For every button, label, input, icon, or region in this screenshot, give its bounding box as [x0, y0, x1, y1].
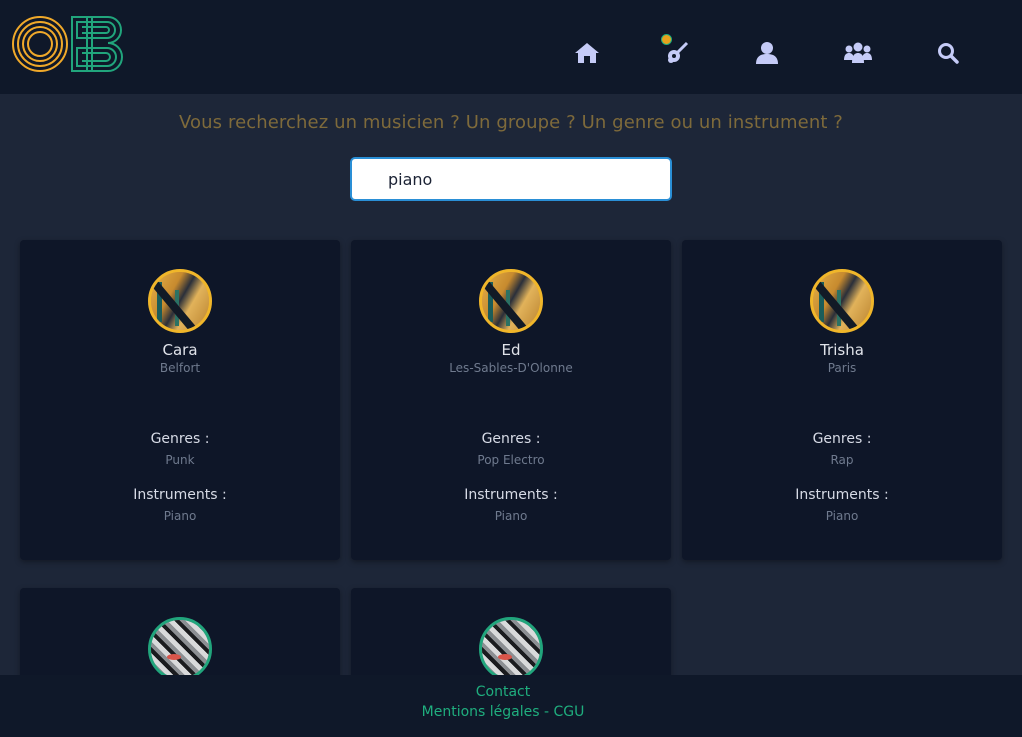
musician-city: Belfort	[159, 361, 201, 375]
search-box	[350, 157, 672, 201]
search-button[interactable]	[933, 38, 963, 68]
search-icon	[937, 42, 959, 64]
contact-link[interactable]: Contact	[0, 684, 1006, 700]
group-icon	[844, 42, 872, 64]
search-prompt: Vous recherchez un musicien ? Un groupe …	[179, 112, 843, 133]
avatar	[479, 269, 543, 333]
result-card[interactable]: Trisha Paris Genres : Rap Instruments : …	[682, 240, 1002, 560]
genres-label: Genres :	[481, 431, 541, 447]
instruments-label: Instruments :	[464, 487, 558, 503]
genres-value: Rap	[830, 453, 854, 467]
notification-dot	[661, 34, 672, 45]
avatar	[810, 269, 874, 333]
instruments-value: Piano	[163, 509, 197, 523]
legal-link[interactable]: Mentions légales - CGU	[0, 704, 1006, 720]
avatar	[148, 269, 212, 333]
musician-name: Ed	[501, 341, 521, 359]
user-icon	[756, 41, 778, 65]
instruments-label: Instruments :	[795, 487, 889, 503]
genres-label: Genres :	[812, 431, 872, 447]
profile-button[interactable]	[752, 38, 782, 68]
logo[interactable]	[12, 15, 126, 73]
musician-city: Les-Sables-D'Olonne	[449, 361, 573, 375]
musician-name: Trisha	[820, 341, 864, 359]
musician-name: Cara	[162, 341, 198, 359]
groups-button[interactable]	[843, 38, 873, 68]
genres-value: Punk	[165, 453, 195, 467]
genres-value: Pop Electro	[477, 453, 545, 467]
result-card[interactable]: Ed Les-Sables-D'Olonne Genres : Pop Elec…	[351, 240, 671, 560]
musician-city: Paris	[827, 361, 857, 375]
home-button[interactable]	[572, 38, 602, 68]
footer: Contact Mentions légales - CGU	[0, 675, 1022, 737]
avatar	[148, 617, 212, 681]
avatar	[479, 617, 543, 681]
header	[0, 0, 1022, 94]
search-input[interactable]	[352, 159, 670, 199]
instruments-label: Instruments :	[133, 487, 227, 503]
instruments-value: Piano	[494, 509, 528, 523]
instruments-value: Piano	[825, 509, 859, 523]
genres-label: Genres :	[150, 431, 210, 447]
home-icon	[574, 41, 600, 65]
result-card[interactable]: Cara Belfort Genres : Punk Instruments :…	[20, 240, 340, 560]
guitar-icon	[665, 41, 689, 65]
